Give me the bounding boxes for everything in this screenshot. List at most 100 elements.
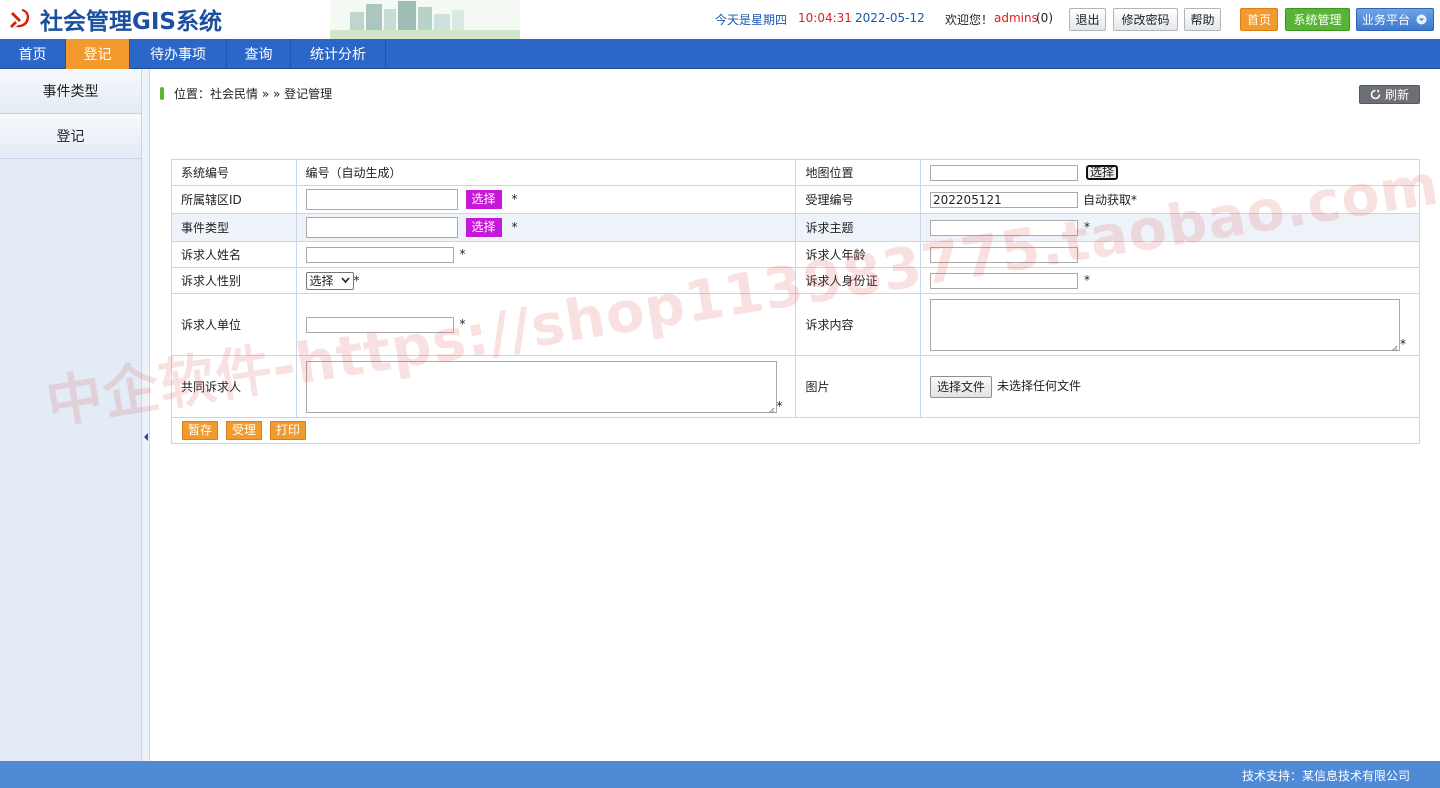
required-mark: * [776,398,783,413]
name-input[interactable] [305,246,454,263]
co-cell: * [295,355,797,418]
header-buildings-graphic [330,0,520,39]
age-input[interactable] [930,246,1079,263]
sidebar-item-event-type[interactable]: 事件类型 [0,69,141,114]
platform-label: 业务平台 [1362,13,1411,27]
breadcrumb-prefix: 位置： [174,87,211,101]
date-text: 2022-05-12 [855,11,925,25]
sidebar-splitter[interactable] [142,69,150,761]
form-actions-row: 暂存 受理 打印 [171,417,1420,444]
refresh-button[interactable]: 刷新 [1359,85,1420,104]
refresh-label: 刷新 [1384,88,1409,102]
breadcrumb: 位置： 社会民情 » » 登记管理 [160,85,332,102]
accept-no-input[interactable]: 202205121 [930,192,1079,209]
age-cell [920,241,1420,268]
nav-home[interactable]: 首页 [0,39,66,69]
sidebar-item-register[interactable]: 登记 [0,114,141,159]
event-type-label: 事件类型 [171,213,297,242]
district-label: 所属辖区ID [171,185,297,214]
required-mark: * [511,220,518,234]
main-content: 位置： 社会民情 » » 登记管理 刷新 系统编号 编号（自动生成） 地图位置 … [151,69,1440,761]
map-pick-button[interactable]: 选择 [1086,165,1119,180]
image-label: 图片 [795,355,922,418]
platform-dropdown[interactable]: 业务平台 [1356,8,1434,31]
nav-statistics[interactable]: 统计分析 [291,39,386,69]
help-button[interactable]: 帮助 [1184,8,1221,31]
party-emblem-icon [6,5,34,33]
change-password-button[interactable]: 修改密码 [1113,8,1178,31]
idcard-cell: * [920,267,1420,294]
map-input[interactable] [930,164,1079,181]
accept-no-cell: 202205121 自动获取* [920,185,1420,214]
age-label: 诉求人年龄 [795,241,922,268]
event-type-pick-button[interactable]: 选择 [465,218,502,237]
footer-support-text: 技术支持：某信息技术有限公司 [1241,769,1410,783]
breadcrumb-marker [160,87,164,100]
district-pick-button[interactable]: 选择 [465,190,502,209]
clock-text: 10:04:31 [798,11,852,25]
co-label: 共同诉求人 [171,355,297,418]
co-textarea[interactable] [305,360,777,413]
accept-no-hint: 自动获取* [1083,192,1138,207]
required-mark: * [1400,336,1407,351]
sidebar: 事件类型 登记 [0,69,142,761]
idcard-input[interactable] [930,272,1079,289]
form-row: 诉求人性别 选择 * 诉求人身份证 * [171,267,1420,294]
subject-input[interactable] [930,219,1079,236]
save-draft-button[interactable]: 暂存 [182,421,219,440]
content-label: 诉求内容 [795,293,922,356]
gender-cell: 选择 * [295,267,797,294]
form-row: 诉求人姓名 * 诉求人年龄 [171,241,1420,268]
top-header: 社会管理GIS系统 今天是星期四 10:04:31 2022-05-12 欢迎您… [0,0,1440,39]
collapse-arrow-icon[interactable] [143,431,149,443]
required-mark: * [511,192,518,206]
form-row: 共同诉求人 * 图片 选择文件 未选择任何文件 [171,355,1420,418]
actions-cell: 暂存 受理 打印 [171,417,1420,444]
accept-button[interactable]: 受理 [226,421,263,440]
system-no-value: 编号（自动生成） [295,159,797,186]
resize-grip-icon[interactable] [1390,341,1398,351]
welcome-text: 欢迎您！ [945,13,994,27]
main-nav: 首页 登记 待办事项 查询 统计分析 [0,39,1440,69]
unit-input[interactable] [305,316,454,333]
name-label: 诉求人姓名 [171,241,297,268]
weekday-text: 今天是星期四 [715,13,788,27]
form-row: 所属辖区ID 选择 * 受理编号 202205121 自动获取* [171,185,1420,214]
nav-todo[interactable]: 待办事项 [130,39,227,69]
refresh-icon [1370,89,1381,100]
app-title: 社会管理GIS系统 [40,9,223,35]
nav-query[interactable]: 查询 [227,39,291,69]
district-cell: 选择 * [295,185,797,214]
footer: 技术支持：某信息技术有限公司 [0,761,1440,788]
idcard-label: 诉求人身份证 [795,267,922,294]
chevron-down-icon [1416,14,1427,25]
file-status: 未选择任何文件 [997,379,1082,393]
print-button[interactable]: 打印 [270,421,307,440]
map-cell: 选择 [920,159,1420,186]
message-count[interactable]: (0) [1036,11,1053,25]
resize-grip-icon[interactable] [767,403,775,413]
form-row: 诉求人单位 * 诉求内容 * [171,293,1420,356]
form-row: 系统编号 编号（自动生成） 地图位置 选择 [171,159,1420,186]
image-cell: 选择文件 未选择任何文件 [920,355,1420,418]
accept-no-label: 受理编号 [795,185,922,214]
home-top-button[interactable]: 首页 [1240,8,1278,31]
app-logo: 社会管理GIS系统 [6,4,223,35]
nav-register[interactable]: 登记 [66,39,130,69]
system-no-label: 系统编号 [171,159,297,186]
district-input[interactable] [305,189,458,210]
username-link[interactable]: admins [994,11,1038,25]
required-mark: * [1084,273,1091,287]
system-admin-button[interactable]: 系统管理 [1285,8,1350,31]
content-textarea[interactable] [930,298,1401,351]
gender-select-value: 选择 [309,273,334,288]
logout-button[interactable]: 退出 [1069,8,1106,31]
required-mark: * [353,273,360,287]
unit-label: 诉求人单位 [171,293,297,356]
event-type-cell: 选择 * [295,213,797,242]
subject-cell: * [920,213,1420,242]
gender-select[interactable]: 选择 [305,271,354,290]
name-cell: * [295,241,797,268]
event-type-input[interactable] [305,217,458,238]
choose-file-button[interactable]: 选择文件 [930,375,993,398]
